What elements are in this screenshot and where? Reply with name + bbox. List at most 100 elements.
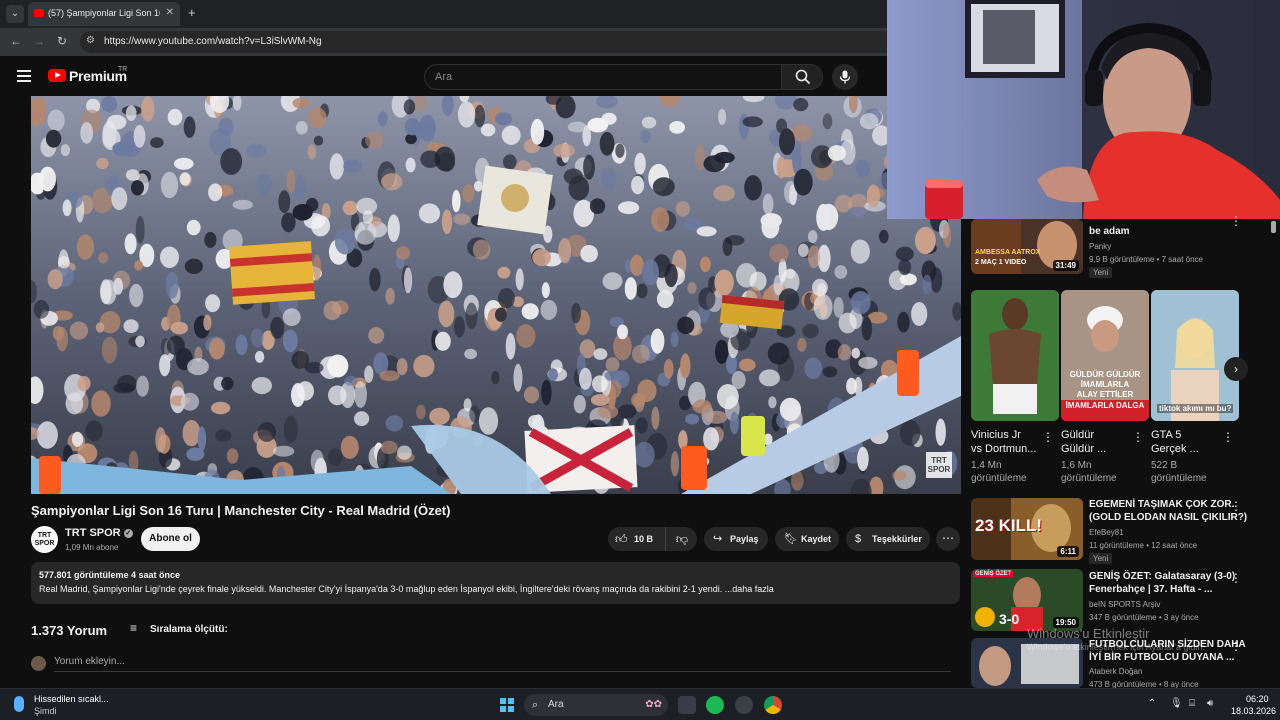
like-button[interactable]: 👍︎ 10 B — [608, 527, 666, 551]
sidebar-channel-name[interactable]: beIN SPORTS Arşiv — [1089, 599, 1160, 610]
thumbnail-label: GENİŞ ÖZET — [973, 571, 1014, 577]
channel-avatar[interactable]: TRT SPOR — [31, 526, 58, 553]
windows-activation-subtext: Windows'u etkinleştirmek için Ayarlar'a … — [1027, 642, 1205, 652]
share-arrow-icon: ↪ — [713, 533, 723, 545]
chrome-icon[interactable] — [764, 696, 782, 714]
short-thumbnail[interactable]: tiktok akımı mı bu? — [1151, 290, 1239, 421]
taskbar-search[interactable]: ⌕ Ara ✿✿ — [524, 694, 668, 716]
sidebar-video-meta: 11 görüntüleme • 12 saat önce — [1089, 541, 1198, 550]
browser-tab-youtube[interactable]: (57) Şampiyonlar Ligi Son 16 Turu ✕ — [28, 2, 180, 26]
sidebar-thumbnail[interactable]: GENİŞ ÖZET 3-0 19:50 — [971, 569, 1083, 631]
description-box[interactable]: 577.801 görüntüleme 4 saat önce Real Mad… — [31, 562, 960, 604]
youtube-logo-icon[interactable] — [48, 69, 66, 82]
tray-chevron-icon[interactable]: ⌃ — [1148, 698, 1156, 709]
more-options-icon[interactable]: ⋮ — [1230, 499, 1242, 513]
video-duration: 6:11 — [1057, 546, 1079, 557]
clock-time[interactable]: 06:20 — [1246, 694, 1269, 704]
video-duration: 31:49 — [1052, 260, 1079, 271]
channel-name: TRT SPOR — [65, 527, 121, 539]
menu-icon[interactable] — [17, 70, 31, 82]
search-input[interactable] — [435, 71, 755, 83]
site-info-icon[interactable]: ⚙ — [86, 35, 95, 46]
sidebar-channel-name[interactable]: Panky — [1089, 241, 1111, 252]
short-title[interactable]: Güldür Güldür ... — [1061, 428, 1106, 456]
obs-icon[interactable] — [735, 696, 753, 714]
cherry-blossom-icon: ✿✿ — [645, 699, 662, 710]
more-options-icon[interactable]: ⋮ — [1230, 571, 1242, 585]
search-button[interactable] — [781, 64, 823, 90]
sidebar-channel-name[interactable]: Ataberk Doğan — [1089, 666, 1142, 677]
like-dislike-group: 👍︎ 10 B 👎︎ — [608, 527, 697, 551]
sidebar-video-meta: 9,9 B görüntüleme • 7 saat önce — [1089, 255, 1203, 264]
volume-icon[interactable]: 🔊︎ — [1207, 698, 1213, 709]
thumbnail-caption: 2 MAÇ 1 VIDEO — [975, 259, 1027, 266]
voice-search-button[interactable] — [832, 64, 858, 90]
new-tab-button[interactable]: + — [188, 5, 196, 20]
short-thumbnail[interactable] — [971, 290, 1059, 421]
thermometer-icon[interactable] — [14, 696, 24, 712]
share-button[interactable]: ↪ Paylaş — [704, 527, 768, 551]
bookmark-icon: 🔖︎ — [784, 533, 798, 545]
more-actions-icon[interactable]: ⋯ — [936, 527, 960, 551]
add-comment-input[interactable]: Yorum ekleyin... — [54, 656, 125, 667]
video-player[interactable]: TRT SPOR — [31, 96, 961, 494]
forward-arrow-icon[interactable]: → — [33, 34, 45, 48]
thanks-button[interactable]: $ Teşekkürler — [846, 527, 930, 551]
sidebar-thumbnail[interactable]: 23 KILL! 6:11 — [971, 498, 1083, 560]
task-view-icon[interactable] — [678, 696, 696, 714]
shorts-next-arrow-icon[interactable]: › — [1224, 357, 1248, 381]
video-title: Şampiyonlar Ligi Son 16 Turu | Mancheste… — [31, 503, 451, 518]
sort-label: Sıralama ölçütü: — [150, 624, 228, 635]
save-label: Kaydet — [801, 534, 832, 544]
like-count: 10 B — [634, 534, 654, 544]
search-box — [424, 64, 782, 90]
sidebar-thumbnail[interactable]: AMBESSA AATROX 2 MAÇ 1 VIDEO 31:49 — [971, 219, 1083, 274]
short-thumbnail[interactable]: GÜLDÜR GÜLDÜR İMAMLARLA ALAY ETTİLER İMA… — [1061, 290, 1149, 421]
sidebar-video-title[interactable]: GENİŞ ÖZET: Galatasaray (3-0) Fenerbahçe … — [1089, 570, 1235, 596]
windows-start-icon[interactable] — [500, 698, 514, 712]
sidebar-video-title[interactable]: EGEMENİ TAŞIMAK ÇOK ZOR. (GOLD ELODAN NAS… — [1089, 498, 1247, 524]
super-thanks-icon: $ — [855, 533, 862, 545]
short-views: 1,6 Mn görüntüleme — [1061, 460, 1117, 484]
spotify-icon[interactable] — [706, 696, 724, 714]
back-arrow-icon[interactable]: ← — [10, 34, 22, 48]
sidebar-video-title[interactable]: be adam — [1089, 225, 1130, 238]
more-options-icon[interactable]: ⋮ — [1230, 214, 1242, 228]
short-title[interactable]: GTA 5 Gerçek ... — [1151, 428, 1199, 456]
trt-spor-watermark: TRT SPOR — [926, 452, 952, 478]
scrollbar-thumb[interactable] — [1271, 221, 1276, 233]
more-options-icon[interactable]: ⋮ — [1222, 430, 1234, 444]
view-count-and-date: 577.801 görüntüleme 4 saat önce — [39, 570, 181, 580]
more-options-icon[interactable]: ⋮ — [1230, 639, 1242, 653]
save-button[interactable]: 🔖︎ Kaydet — [775, 527, 839, 551]
microphone-tray-icon[interactable]: 🎙︎ — [1170, 698, 1183, 709]
sidebar-channel-name[interactable]: EfeBey81 — [1089, 527, 1124, 538]
network-icon[interactable]: ⌸ — [1189, 698, 1195, 709]
address-bar[interactable]: ⚙ https://www.youtube.com/watch?v=L3iSlv… — [80, 31, 900, 53]
sort-icon: ≡ — [130, 621, 138, 635]
webcam-overlay — [887, 0, 1280, 219]
user-avatar — [31, 656, 46, 671]
subscribe-button[interactable]: Abone ol — [141, 527, 200, 551]
short-views: 522 Bgörüntüleme — [1151, 460, 1207, 484]
more-options-icon[interactable]: ⋮ — [1042, 430, 1054, 444]
comment-input-underline — [54, 671, 951, 672]
country-code: TR — [118, 66, 128, 73]
reload-icon[interactable]: ↻ — [57, 34, 67, 48]
windows-taskbar: Hissedilen sıcakl... Şimdi ⌕ Ara ✿✿ ⌃ 🎙︎… — [0, 688, 1280, 720]
short-title[interactable]: Vinicius Jr vs Dortmun... — [971, 428, 1036, 456]
weather-subtext: Şimdi — [34, 706, 57, 716]
weather-text[interactable]: Hissedilen sıcakl... — [34, 694, 109, 704]
clock-date[interactable]: 18.03.2026 — [1231, 706, 1276, 716]
thumbnail-caption: tiktok akımı mı bu? — [1157, 404, 1234, 413]
subscriber-count: 1,09 Mn abone — [65, 543, 119, 552]
taskbar-search-label: Ara — [548, 699, 564, 710]
dislike-button[interactable]: 👎︎ — [670, 527, 694, 551]
more-options-icon[interactable]: ⋮ — [1132, 430, 1144, 444]
youtube-favicon-icon — [34, 8, 44, 17]
tab-search-chevron-icon[interactable]: ⌄ — [6, 5, 24, 23]
sort-comments-button[interactable]: ≡ Sıralama ölçütü: — [130, 621, 228, 635]
channel-name-link[interactable]: TRT SPOR ✓ — [65, 527, 133, 539]
tab-close-icon[interactable]: ✕ — [166, 7, 174, 18]
short-views: 1,4 Mn görüntüleme — [971, 460, 1027, 484]
